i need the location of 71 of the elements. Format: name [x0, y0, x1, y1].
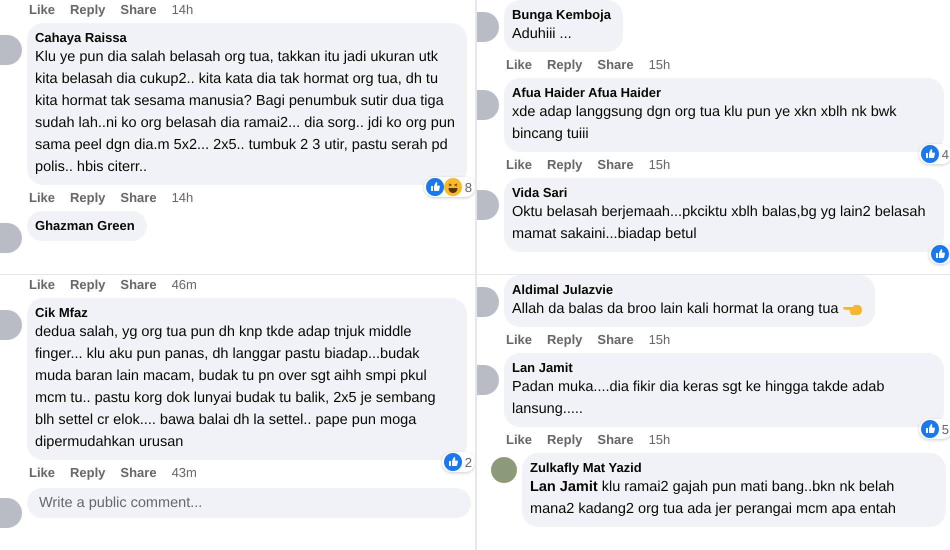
- avatar: [477, 12, 499, 42]
- share-link[interactable]: Share: [597, 155, 634, 175]
- timestamp[interactable]: 15h: [648, 330, 670, 350]
- comment-text: dedua salah, yg org tua pun dh knp tkde adap tnjuk middle finger... klu aku pun panas, dh langgar pastu biadap...budak muda baran lain macam, budak tu pn over sgt aihh smpi pkul mcm tu.. pastu korg dok lunyai budak tu balik, 2x5 je sembang blh settel cr elok.... bawa balai dh la settel.. pape pun moga dipermudahkan urusan: [35, 323, 437, 452]
- avatar: [0, 310, 22, 340]
- share-link[interactable]: Share: [120, 188, 157, 208]
- reply-link[interactable]: Reply: [70, 188, 106, 208]
- reply-link[interactable]: Reply: [547, 155, 582, 175]
- avatar: [477, 190, 499, 220]
- timestamp[interactable]: 43m: [172, 463, 197, 483]
- share-link[interactable]: Share: [597, 330, 634, 350]
- comment-text: Padan muka....dia fikir dia keras sgt ke hingga takde adab lansung.....: [512, 378, 886, 419]
- thumbs-up-icon: [920, 420, 939, 438]
- reply-link[interactable]: Reply: [70, 463, 106, 483]
- reaction-count[interactable]: 5: [918, 419, 950, 439]
- thumbs-up-icon: [444, 453, 462, 471]
- commenter-name[interactable]: Vida Sari: [512, 184, 932, 201]
- thumbs-up-icon: [426, 178, 444, 196]
- like-link[interactable]: Like: [29, 275, 56, 295]
- avatar: [0, 223, 22, 253]
- avatar: [0, 35, 22, 65]
- like-link[interactable]: Like: [506, 55, 532, 75]
- like-link[interactable]: Like: [29, 463, 56, 483]
- comment-text: Oktu belasah berjemaah...pkciktu xblh balas,bg yg lain2 belasah mamat sakaini...biadap betul: [512, 203, 927, 244]
- avatar: [477, 365, 499, 395]
- avatar: [0, 498, 22, 528]
- reaction-count[interactable]: 8: [424, 177, 475, 197]
- commenter-name[interactable]: Cahaya Raissa: [35, 29, 455, 46]
- reaction-count[interactable]: 4: [918, 144, 950, 164]
- avatar: [477, 287, 499, 317]
- share-link[interactable]: Share: [120, 0, 157, 20]
- comment-text: Allah da balas da broo lain kali hormat la orang tua: [512, 298, 862, 320]
- commenter-name[interactable]: Zulkafly Mat Yazid: [530, 459, 934, 476]
- like-link[interactable]: Like: [506, 330, 532, 350]
- reply-link[interactable]: Reply: [547, 55, 582, 75]
- reply-link[interactable]: Reply: [547, 330, 582, 350]
- reaction-count[interactable]: 2: [442, 452, 475, 472]
- comment-text: Klu ye pun dia salah belasah org tua, takkan itu jadi ukuran utk kita belasah dia cukup2.. kita kata dia tak hormat org tua, dh tu kita hormat tak sesama manusia? Bagi penumbuk sutir dua tiga sudah lah..ni ko org belasah dia ramai2... dia sorg.. jdi ko org pun sama peel dgn dia.m 5x2... 2x5.. tumbuk 2 3 utir, pastu serah pd polis.. hbis citerr..: [35, 48, 455, 177]
- commenter-name[interactable]: Ghazman Green: [35, 217, 135, 234]
- reply-link[interactable]: Reply: [70, 0, 106, 20]
- avatar: [477, 90, 499, 120]
- comment-input[interactable]: Write a public comment...: [27, 488, 471, 518]
- commenter-name[interactable]: Cik Mfaz: [35, 304, 455, 321]
- thumbs-up-icon: [920, 145, 939, 163]
- thumbs-up-icon: [931, 245, 949, 263]
- reply-link[interactable]: Reply: [70, 275, 106, 295]
- share-link[interactable]: Share: [597, 430, 634, 450]
- timestamp[interactable]: 14h: [172, 0, 194, 20]
- commenter-name[interactable]: Aldimal Julazvie: [512, 281, 862, 298]
- like-link[interactable]: Like: [29, 0, 56, 20]
- comment-text: xde adap langgsung dgn org tua klu pun ye xkn xblh nk bwk bincang tuiii: [512, 103, 898, 144]
- laughing-face-icon: [444, 178, 462, 196]
- timestamp[interactable]: 15h: [648, 155, 670, 175]
- like-link[interactable]: Like: [506, 155, 532, 175]
- avatar: [491, 457, 517, 483]
- timestamp[interactable]: 14h: [172, 188, 194, 208]
- timestamp[interactable]: 15h: [648, 430, 670, 450]
- share-link[interactable]: Share: [120, 463, 157, 483]
- comment-text: Aduhiii ...: [512, 25, 573, 44]
- timestamp[interactable]: 46m: [172, 275, 197, 295]
- timestamp[interactable]: 15h: [648, 55, 670, 75]
- share-link[interactable]: Share: [597, 55, 634, 75]
- share-link[interactable]: Share: [120, 275, 157, 295]
- commenter-name[interactable]: Lan Jamit: [512, 359, 932, 376]
- commenter-name[interactable]: Afua Haider Afua Haider: [512, 84, 932, 101]
- reply-link[interactable]: Reply: [547, 430, 582, 450]
- like-link[interactable]: Like: [29, 188, 56, 208]
- comment-text: Lan Jamit klu ramai2 gajah pun mati bang..bkn nk belah mana2 kadang2 org tua ada jer perangai mcm apa entah: [530, 478, 897, 519]
- reaction-count[interactable]: [929, 244, 950, 264]
- commenter-name[interactable]: Bunga Kemboja: [512, 6, 611, 23]
- like-link[interactable]: Like: [506, 430, 532, 450]
